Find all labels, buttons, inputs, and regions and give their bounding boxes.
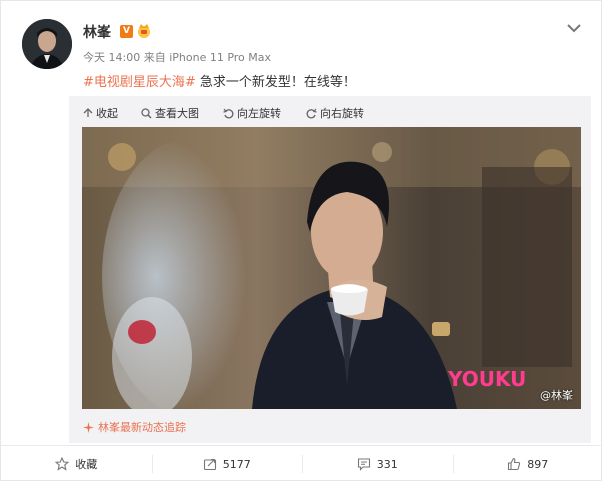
like-count: 897	[527, 457, 549, 471]
magnifier-icon	[141, 107, 152, 119]
weibo-post-card: 林峯 V 今天 14:00 来自 iPhone 11 Pro Max #电视剧星…	[0, 0, 602, 481]
rotate-right-icon	[306, 108, 317, 118]
repost-button[interactable]: 5177	[151, 446, 303, 481]
comment-count: 331	[376, 457, 398, 471]
rotate-left-label: 向左旋转	[237, 107, 281, 120]
hashtag-link[interactable]: #电视剧星辰大海#	[83, 75, 196, 90]
post-photo[interactable]: YOUKU @林峯	[82, 127, 581, 409]
star-icon	[55, 457, 70, 471]
arrow-up-icon	[83, 108, 93, 117]
verified-badge[interactable]: V	[120, 25, 133, 38]
post-body: 急求一个新发型！在线等！	[195, 75, 356, 90]
comment-icon	[357, 458, 370, 471]
follow-updates-link[interactable]: 林峯最新动态追踪	[83, 419, 186, 435]
post-timestamp[interactable]: 今天 14:00	[83, 51, 140, 64]
repost-count: 5177	[222, 457, 251, 471]
username[interactable]: 林峯	[83, 22, 111, 42]
view-large-button[interactable]: 查看大图	[141, 105, 199, 121]
like-button[interactable]: 897	[452, 446, 602, 481]
collapse-button[interactable]: 收起	[83, 105, 118, 121]
rotate-left-icon	[223, 108, 234, 118]
rotate-right-label: 向右旋转	[320, 107, 364, 120]
favorite-label: 收藏	[75, 458, 98, 471]
action-bar: 收藏 5177 331 897	[1, 445, 602, 481]
post-text: #电视剧星辰大海# 急求一个新发型！在线等！	[83, 71, 356, 90]
comment-button[interactable]: 331	[302, 446, 453, 481]
chevron-down-icon[interactable]	[567, 18, 581, 33]
photo-watermark: @林峯	[540, 389, 573, 402]
source-prefix: 来自	[143, 51, 166, 64]
rotate-left-button[interactable]: 向左旋转	[223, 105, 281, 121]
sparkle-icon	[83, 421, 94, 433]
vip-crown-icon[interactable]	[136, 22, 152, 39]
rotate-right-button[interactable]: 向右旋转	[306, 105, 364, 121]
collapse-label: 收起	[96, 107, 118, 120]
post-source[interactable]: iPhone 11 Pro Max	[169, 51, 271, 64]
avatar[interactable]	[22, 19, 72, 69]
follow-updates-label: 林峯最新动态追踪	[98, 421, 186, 434]
view-large-label: 查看大图	[155, 107, 199, 120]
thumbs-up-icon	[508, 457, 521, 471]
repost-icon	[203, 458, 216, 471]
post-meta: 今天 14:00 来自 iPhone 11 Pro Max	[83, 49, 271, 65]
favorite-button[interactable]: 收藏	[1, 446, 152, 481]
youku-logo: YOUKU	[448, 367, 527, 391]
